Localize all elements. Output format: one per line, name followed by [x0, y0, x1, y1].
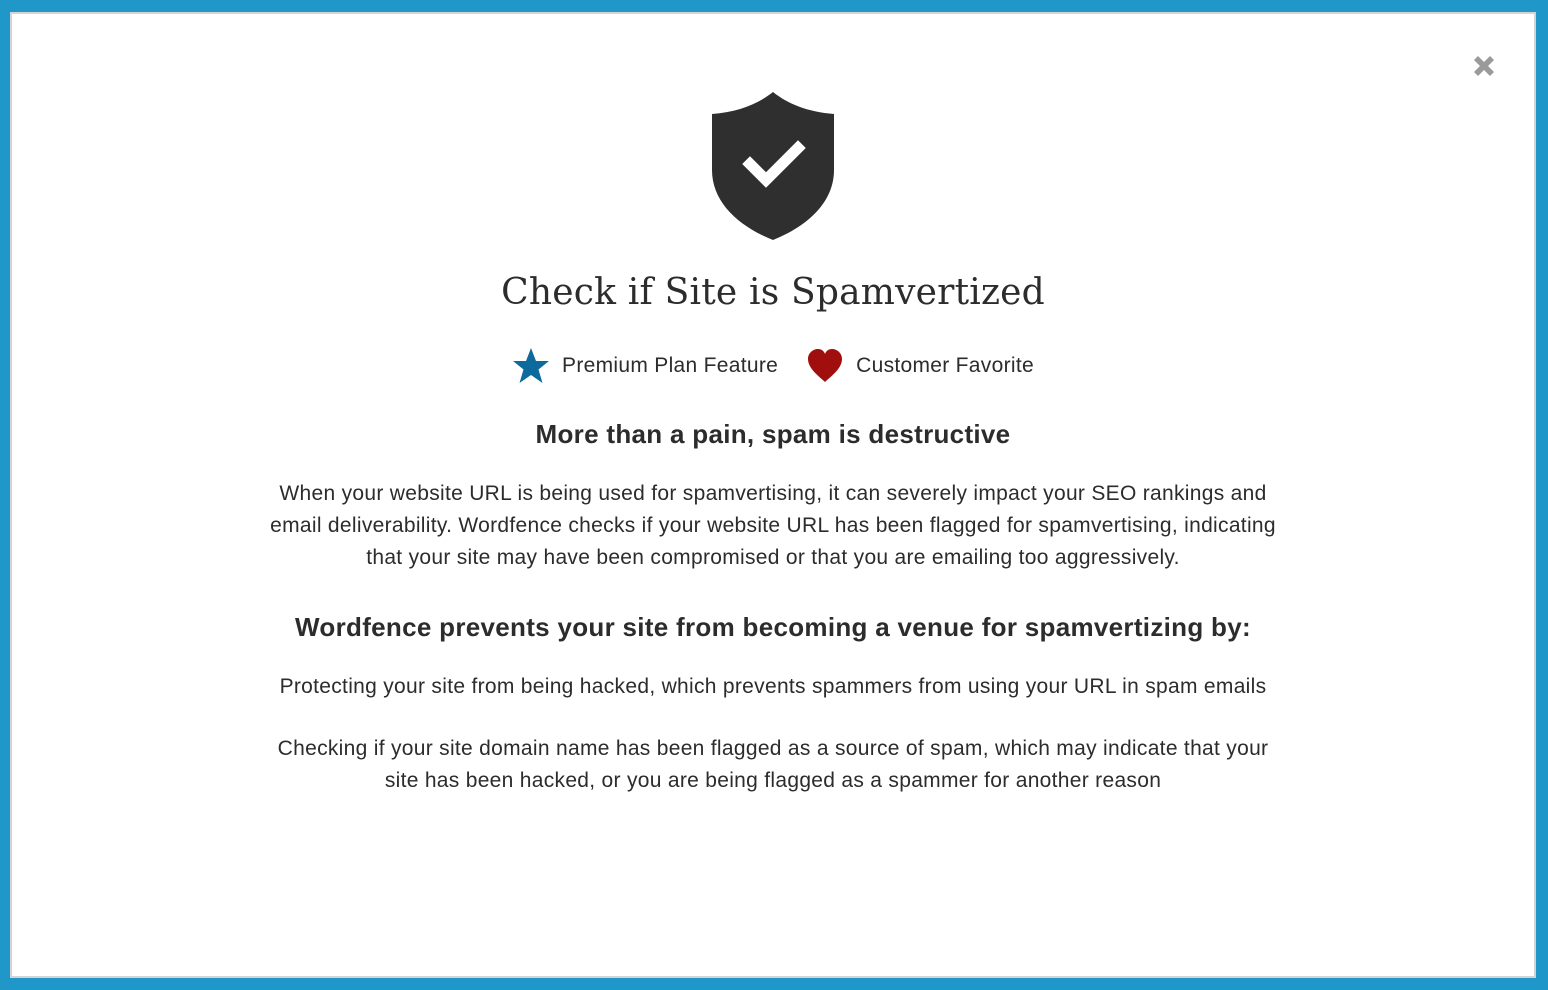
feature-badges: Premium Plan Feature Customer Favorite: [12, 347, 1534, 385]
prevention-item-domain-check: Checking if your site domain name has be…: [277, 737, 1269, 792]
shield-check-icon: [712, 92, 834, 240]
section-heading-prevention: Wordfence prevents your site from becomi…: [295, 612, 1251, 642]
favorite-badge: Customer Favorite: [806, 348, 1034, 384]
close-icon[interactable]: [1468, 50, 1500, 82]
section-heading-destructive: More than a pain, spam is destructive: [535, 419, 1011, 449]
modal-content: Check if Site is Spamvertized Premium Pl…: [12, 90, 1534, 797]
dialog-title: Check if Site is Spamvertized: [501, 272, 1045, 313]
heart-icon: [808, 349, 843, 382]
star-icon: [513, 348, 550, 383]
favorite-badge-label: Customer Favorite: [856, 354, 1034, 377]
modal-dialog: Check if Site is Spamvertized Premium Pl…: [10, 12, 1536, 978]
section-body-destructive: When your website URL is being used for …: [270, 482, 1276, 569]
premium-badge-label: Premium Plan Feature: [562, 354, 779, 377]
premium-badge: Premium Plan Feature: [512, 347, 778, 385]
prevention-item-hacking: Protecting your site from being hacked, …: [279, 675, 1267, 698]
